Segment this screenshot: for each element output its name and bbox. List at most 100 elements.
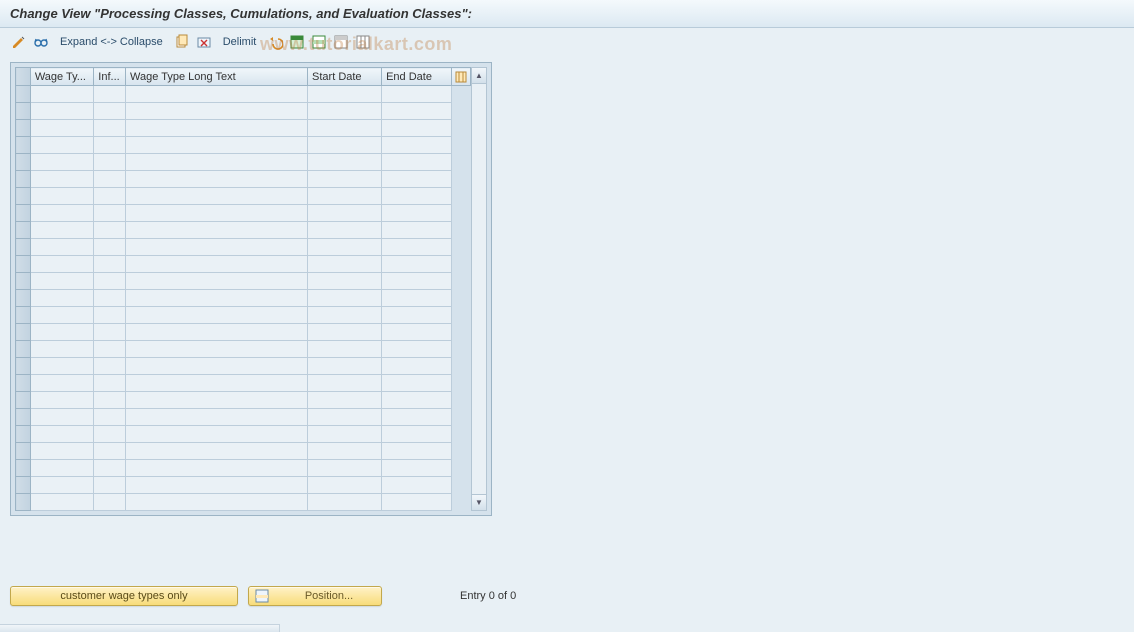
table-cell[interactable] [126, 290, 308, 307]
select-block-icon[interactable] [310, 33, 328, 51]
table-cell[interactable] [94, 443, 126, 460]
table-cell[interactable] [382, 426, 452, 443]
table-cell[interactable] [382, 222, 452, 239]
table-row[interactable] [16, 154, 471, 171]
table-config-button[interactable] [451, 68, 470, 86]
glasses-icon[interactable] [32, 33, 50, 51]
col-end-date[interactable]: End Date [382, 68, 452, 86]
table-cell[interactable] [94, 290, 126, 307]
table-cell[interactable] [30, 494, 93, 511]
table-cell[interactable] [30, 239, 93, 256]
table-cell[interactable] [94, 460, 126, 477]
table-cell[interactable] [94, 358, 126, 375]
row-selector[interactable] [16, 341, 31, 358]
table-cell[interactable] [30, 375, 93, 392]
table-cell[interactable] [382, 409, 452, 426]
row-selector[interactable] [16, 443, 31, 460]
table-cell[interactable] [30, 86, 93, 103]
table-cell[interactable] [382, 273, 452, 290]
table-cell[interactable] [382, 256, 452, 273]
table-cell[interactable] [308, 460, 382, 477]
table-cell[interactable] [94, 273, 126, 290]
table-row[interactable] [16, 426, 471, 443]
table-cell[interactable] [30, 103, 93, 120]
row-selector[interactable] [16, 290, 31, 307]
delimit-button[interactable]: Delimit [217, 36, 263, 48]
table-cell[interactable] [30, 205, 93, 222]
table-cell[interactable] [30, 120, 93, 137]
table-cell[interactable] [94, 256, 126, 273]
table-cell[interactable] [382, 188, 452, 205]
row-selector[interactable] [16, 307, 31, 324]
table-cell[interactable] [94, 205, 126, 222]
customer-wage-types-button[interactable]: customer wage types only [10, 586, 238, 606]
table-cell[interactable] [382, 375, 452, 392]
table-cell[interactable] [94, 375, 126, 392]
row-selector[interactable] [16, 256, 31, 273]
row-selector[interactable] [16, 494, 31, 511]
table-cell[interactable] [382, 324, 452, 341]
table-cell[interactable] [126, 477, 308, 494]
table-cell[interactable] [30, 409, 93, 426]
row-selector[interactable] [16, 426, 31, 443]
row-selector[interactable] [16, 222, 31, 239]
table-cell[interactable] [94, 154, 126, 171]
row-selector[interactable] [16, 154, 31, 171]
table-cell[interactable] [382, 392, 452, 409]
table-cell[interactable] [30, 137, 93, 154]
table-cell[interactable] [126, 341, 308, 358]
table-cell[interactable] [382, 443, 452, 460]
table-cell[interactable] [382, 205, 452, 222]
table-cell[interactable] [382, 239, 452, 256]
table-cell[interactable] [94, 137, 126, 154]
table-cell[interactable] [308, 392, 382, 409]
vertical-scrollbar[interactable]: ▲ ▼ [471, 67, 487, 511]
expand-collapse-button[interactable]: Expand <-> Collapse [54, 36, 169, 48]
table-cell[interactable] [94, 477, 126, 494]
table-cell[interactable] [30, 222, 93, 239]
table-cell[interactable] [94, 171, 126, 188]
table-cell[interactable] [308, 409, 382, 426]
table-row[interactable] [16, 188, 471, 205]
table-cell[interactable] [308, 307, 382, 324]
table-row[interactable] [16, 103, 471, 120]
row-selector-header[interactable] [16, 68, 31, 86]
table-cell[interactable] [308, 86, 382, 103]
table-row[interactable] [16, 120, 471, 137]
table-cell[interactable] [30, 256, 93, 273]
table-cell[interactable] [308, 137, 382, 154]
table-cell[interactable] [126, 188, 308, 205]
row-selector[interactable] [16, 205, 31, 222]
table-cell[interactable] [126, 239, 308, 256]
col-wage-type[interactable]: Wage Ty... [30, 68, 93, 86]
table-cell[interactable] [126, 307, 308, 324]
row-selector[interactable] [16, 409, 31, 426]
table-cell[interactable] [308, 477, 382, 494]
row-selector[interactable] [16, 86, 31, 103]
row-selector[interactable] [16, 188, 31, 205]
table-cell[interactable] [126, 375, 308, 392]
table-cell[interactable] [94, 392, 126, 409]
table-cell[interactable] [94, 103, 126, 120]
table-cell[interactable] [94, 494, 126, 511]
table-cell[interactable] [382, 460, 452, 477]
table-cell[interactable] [308, 154, 382, 171]
table-cell[interactable] [94, 188, 126, 205]
table-cell[interactable] [30, 188, 93, 205]
table-cell[interactable] [308, 171, 382, 188]
table-cell[interactable] [30, 477, 93, 494]
table-cell[interactable] [126, 171, 308, 188]
table-row[interactable] [16, 477, 471, 494]
table-row[interactable] [16, 290, 471, 307]
table-cell[interactable] [94, 324, 126, 341]
deselect-all-icon[interactable] [332, 33, 350, 51]
table-cell[interactable] [30, 273, 93, 290]
col-wage-type-long-text[interactable]: Wage Type Long Text [126, 68, 308, 86]
table-cell[interactable] [30, 460, 93, 477]
table-cell[interactable] [308, 443, 382, 460]
table-cell[interactable] [126, 358, 308, 375]
table-row[interactable] [16, 256, 471, 273]
table-row[interactable] [16, 324, 471, 341]
table-cell[interactable] [382, 494, 452, 511]
table-cell[interactable] [382, 137, 452, 154]
